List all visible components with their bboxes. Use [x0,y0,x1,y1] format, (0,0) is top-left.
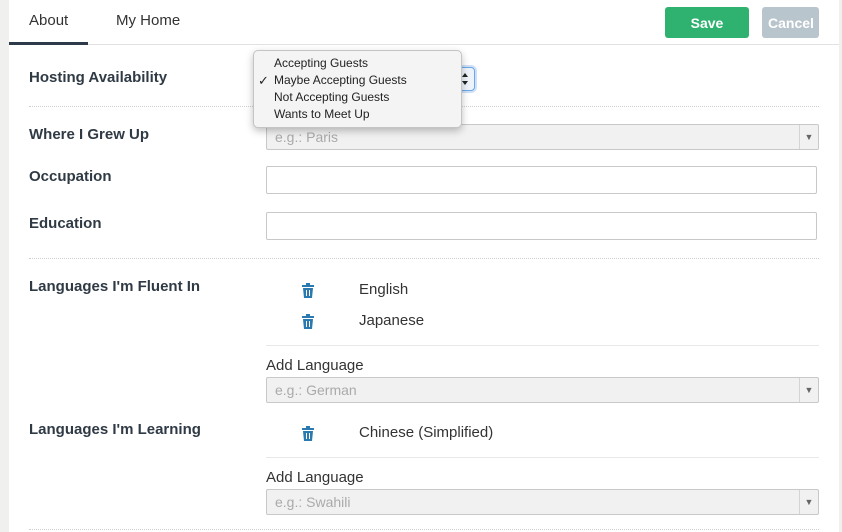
learning-add-language-select[interactable]: e.g.: Swahili ▼ [266,489,819,515]
occupation-label: Occupation [29,168,112,185]
language-name: English [359,281,409,298]
education-label: Education [29,215,102,232]
fluent-language-row: English [266,279,819,309]
trash-icon[interactable] [301,314,315,330]
learning-languages-label: Languages I'm Learning [29,421,201,438]
language-name: Japanese [359,312,425,329]
hosting-option[interactable]: Accepting Guests [274,55,368,72]
education-field[interactable] [266,212,817,240]
fluent-add-language-label: Add Language [266,357,364,374]
chevron-down-icon: ▼ [799,125,818,149]
where-grew-up-placeholder: e.g.: Paris [275,129,339,145]
fluent-add-language-placeholder: e.g.: German [275,382,357,398]
trash-icon[interactable] [301,426,315,442]
hosting-option[interactable]: Wants to Meet Up [274,106,370,123]
checkmark-icon: ✓ [258,73,269,88]
occupation-field[interactable] [266,166,817,194]
chevron-down-icon: ▼ [799,378,818,402]
sub-divider [266,345,819,346]
learning-add-language-label: Add Language [266,469,364,486]
hosting-option[interactable]: Not Accepting Guests [274,89,389,106]
fluent-language-row: Japanese [266,310,819,340]
learning-add-language-placeholder: e.g.: Swahili [275,494,351,510]
sub-divider [266,457,819,458]
tab-my-home[interactable]: My Home [116,12,180,29]
language-name: Chinese (Simplified) [359,424,494,441]
hosting-option-selected[interactable]: Maybe Accepting Guests [274,72,407,89]
section-divider [29,258,819,259]
cancel-button[interactable]: Cancel [762,7,819,38]
tab-about[interactable]: About [8,12,89,45]
trash-icon[interactable] [301,283,315,299]
fluent-add-language-select[interactable]: e.g.: German ▼ [266,377,819,403]
hosting-availability-label: Hosting Availability [29,69,168,86]
hosting-options-menu: Accepting Guests ✓ Maybe Accepting Guest… [253,50,462,128]
save-button[interactable]: Save [665,7,749,38]
section-divider [29,529,819,530]
where-grew-up-label: Where I Grew Up [29,126,150,143]
learning-language-row: Chinese (Simplified) [266,422,819,452]
fluent-languages-label: Languages I'm Fluent In [29,278,201,295]
chevron-down-icon: ▼ [799,490,818,514]
